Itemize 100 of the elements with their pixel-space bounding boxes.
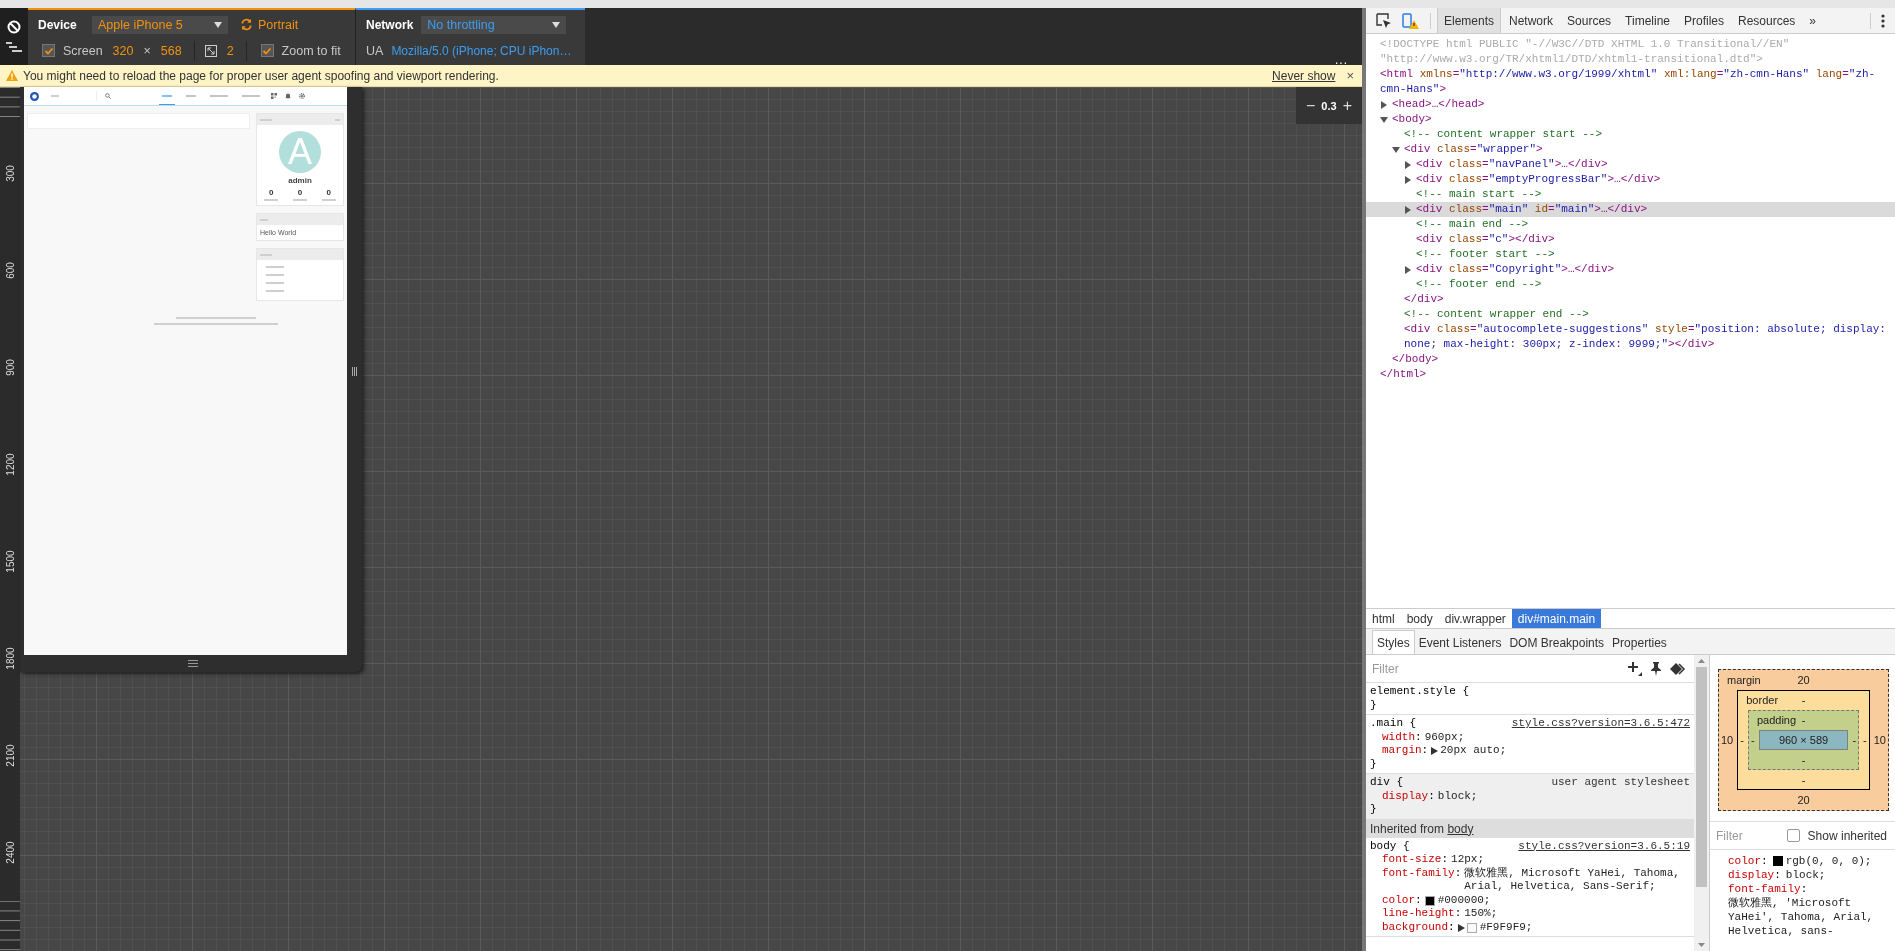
dom-tree-row[interactable]: </div> (1366, 292, 1895, 307)
zoom-out-button[interactable]: − (1306, 96, 1316, 115)
scroll-up-icon[interactable] (1698, 659, 1705, 663)
property-value[interactable]: 960px; (1424, 730, 1690, 744)
body-link[interactable]: body (1447, 821, 1474, 836)
triangle-down-icon[interactable] (1380, 115, 1388, 124)
never-show-link[interactable]: Never show (1272, 68, 1336, 83)
property-value[interactable]: block; (1437, 789, 1690, 803)
diamond-icon[interactable] (1670, 662, 1686, 675)
filter-field[interactable]: Filter (1370, 660, 1620, 677)
sidebar-tab[interactable]: Styles (1372, 630, 1415, 654)
source-link[interactable]: style.css?version=3.6.5:19 (1518, 839, 1690, 853)
device-select[interactable]: Apple iPhone 5 (92, 15, 228, 34)
width-field[interactable]: 320 (110, 43, 136, 58)
panel-tab[interactable]: Sources (1561, 8, 1618, 33)
panel-tab[interactable]: Elements (1437, 8, 1502, 33)
close-button[interactable]: × (1346, 68, 1354, 83)
qr-code-icon[interactable] (271, 93, 277, 99)
dom-tree-row[interactable]: <!-- footer end --> (1366, 277, 1895, 292)
sidebar-tab[interactable]: DOM Breakpoints (1505, 631, 1609, 654)
dom-tree-row[interactable]: <div class="emptyProgressBar">…</div> (1366, 172, 1895, 187)
dom-tree-row[interactable]: <!-- content wrapper end --> (1366, 307, 1895, 322)
zoom-to-fit-checkbox[interactable] (260, 44, 274, 57)
property-name[interactable]: font-family (1382, 866, 1455, 880)
bell-icon[interactable] (285, 93, 291, 99)
dom-tree-row[interactable]: <div class="c"></div> (1366, 232, 1895, 247)
color-swatch[interactable] (1424, 895, 1435, 906)
color-swatch[interactable] (1466, 922, 1477, 933)
property-name[interactable]: margin (1382, 744, 1422, 758)
property-value[interactable]: 12px; (1451, 853, 1690, 867)
property-name[interactable]: display (1382, 789, 1429, 803)
rotate-button[interactable]: Portrait (240, 17, 299, 32)
dom-tree-row[interactable]: </html> (1366, 367, 1895, 382)
triangle-right-icon[interactable] (1380, 100, 1388, 109)
property-name: font-family (1728, 882, 1801, 896)
source-link[interactable]: style.css?version=3.6.5:472 (1511, 717, 1690, 731)
breadcrumb-item[interactable]: div#main.main (1511, 609, 1602, 628)
dom-tree-row[interactable]: <!-- main start --> (1366, 187, 1895, 202)
css-selector: body { (1370, 839, 1410, 853)
dom-tree-row[interactable]: <div class="wrapper"> (1366, 142, 1895, 157)
property-value[interactable]: #000000; (1437, 893, 1690, 907)
dom-tree-row[interactable]: <body> (1366, 112, 1895, 127)
dom-tree-row[interactable]: </body> (1366, 352, 1895, 367)
property-value[interactable]: 20px auto; (1440, 744, 1690, 758)
expand-triangle-icon[interactable] (1431, 747, 1439, 755)
property-name[interactable]: color (1382, 893, 1415, 907)
site-logo-icon[interactable] (30, 91, 39, 101)
dom-tree-row[interactable]: <!-- footer start --> (1366, 247, 1895, 262)
panel-tab[interactable]: Timeline (1619, 8, 1676, 33)
dom-tree-row[interactable]: <div class="navPanel">…</div> (1366, 157, 1895, 172)
triangle-right-icon[interactable] (1404, 175, 1412, 184)
panel-tab[interactable]: Resources (1732, 8, 1802, 33)
panel-tab[interactable]: Network (1503, 8, 1560, 33)
property-value[interactable]: 微软雅黑, Microsoft YaHei, Tahoma, Arial, Helvetica, Sans-Serif; (1464, 866, 1690, 894)
dom-tree-row[interactable]: <head>…</head> (1366, 97, 1895, 112)
dom-tree-row[interactable]: <!-- main end --> (1366, 217, 1895, 232)
search-icon[interactable] (105, 93, 111, 99)
settings-icon[interactable] (299, 93, 305, 99)
scrollbar[interactable] (1694, 655, 1709, 951)
kebab-menu-icon[interactable] (1881, 13, 1885, 28)
dom-tree-row[interactable]: <div class="Copyright">…</div> (1366, 262, 1895, 277)
triangle-right-icon[interactable] (1404, 205, 1412, 214)
scroll-down-icon[interactable] (1698, 943, 1705, 947)
scrollbar-thumb[interactable] (1696, 667, 1707, 887)
user-agent-field[interactable]: Mozilla/5.0 (iPhone; CPU iPhon… (391, 43, 572, 58)
more-button[interactable]: ... (1335, 55, 1348, 65)
breadcrumb-item[interactable]: div.wrapper (1438, 609, 1512, 628)
dom-tree-row[interactable]: <!-- content wrapper start --> (1366, 127, 1895, 142)
property-name[interactable]: background (1382, 920, 1448, 934)
resize-handle-icon[interactable] (188, 660, 198, 667)
panel-tab[interactable]: Profiles (1678, 8, 1730, 33)
zoom-in-button[interactable]: + (1342, 96, 1352, 115)
property-name[interactable]: line-height (1382, 907, 1455, 921)
plus-icon[interactable] (1628, 661, 1642, 676)
expand-triangle-icon[interactable] (1457, 923, 1465, 932)
ruler-label: 1200 (4, 453, 16, 476)
breadcrumb-item[interactable]: body (1400, 609, 1439, 628)
pixel-ratio-field[interactable]: 2 (224, 43, 236, 58)
triangle-right-icon[interactable] (1404, 265, 1412, 274)
height-field[interactable]: 568 (158, 43, 184, 58)
property-name[interactable]: width (1382, 730, 1415, 744)
more-tabs-button[interactable]: » (1803, 8, 1823, 33)
show-inherited-checkbox[interactable] (1786, 829, 1800, 842)
triangle-down-icon[interactable] (1392, 145, 1400, 154)
property-value[interactable]: #F9F9F9; (1479, 920, 1690, 934)
property-value[interactable]: 150%; (1464, 907, 1690, 921)
block-icon[interactable] (7, 19, 21, 34)
resize-handle[interactable] (352, 366, 357, 376)
sidebar-tab[interactable]: Event Listeners (1414, 631, 1506, 654)
sidebar-tab[interactable]: Properties (1608, 631, 1671, 654)
screen-checkbox[interactable] (42, 44, 55, 57)
property-name[interactable]: font-size (1382, 853, 1442, 867)
device-mode-icon[interactable] (1402, 12, 1420, 29)
breadcrumb-item[interactable]: html (1366, 609, 1401, 628)
dom-tree-row[interactable]: <div class="main" id="main">…</div> (1366, 202, 1895, 217)
media-query-icon[interactable] (6, 41, 22, 54)
inspect-icon[interactable] (1376, 12, 1392, 29)
pin-icon[interactable] (1650, 661, 1662, 676)
triangle-right-icon[interactable] (1404, 160, 1412, 169)
filter-field[interactable]: Filter (1714, 827, 1779, 844)
